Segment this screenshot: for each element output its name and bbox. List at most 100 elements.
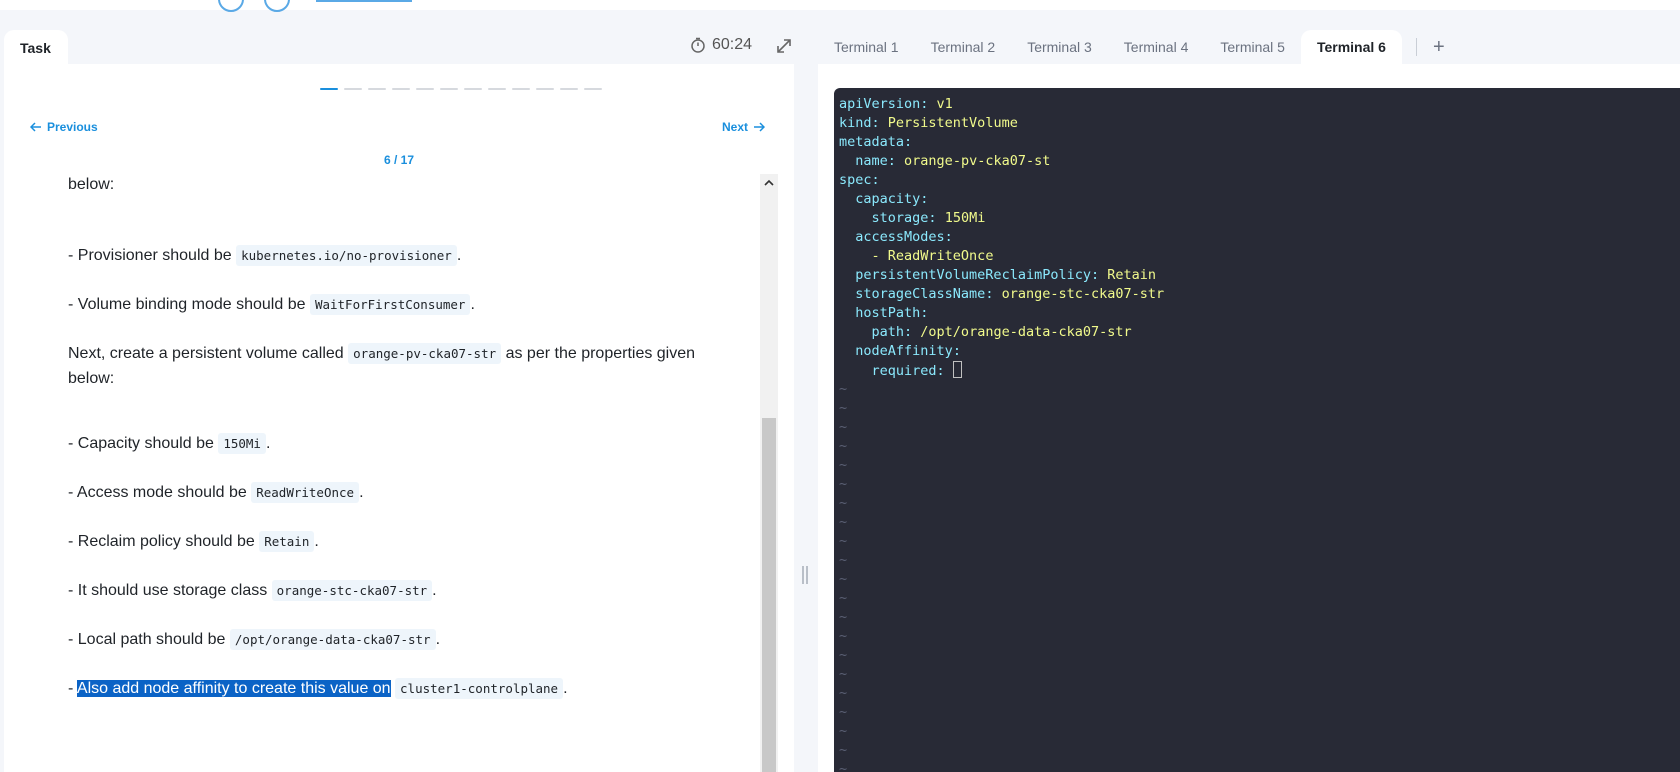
empty-line-marker: ~ — [839, 514, 848, 530]
pv-intro: Next, create a persistent volume called … — [68, 343, 696, 387]
yaml-value: Retain — [1107, 267, 1157, 283]
text-cursor — [952, 361, 962, 378]
yaml-key: hostPath — [855, 305, 921, 321]
terminal-line: required: — [839, 361, 1680, 380]
tab-terminal-1[interactable]: Terminal 1 — [818, 30, 915, 64]
yaml-separator: : — [904, 324, 921, 340]
yaml-key: storage — [871, 210, 929, 226]
progress-dot — [416, 88, 434, 90]
tab-terminal-4[interactable]: Terminal 4 — [1108, 30, 1205, 64]
terminal-editor[interactable]: apiVersion: v1 kind: PersistentVolume meta… — [834, 88, 1680, 772]
task-list-item: - Volume binding mode should be WaitForF… — [68, 292, 708, 317]
add-terminal-button[interactable]: + — [1427, 36, 1451, 59]
next-button[interactable]: Next — [722, 120, 766, 134]
inline-code: cluster1-controlplane — [395, 678, 564, 699]
progress-dot — [440, 88, 458, 90]
empty-line-marker: ~ — [839, 495, 848, 511]
task-list-item: - Provisioner should be kubernetes.io/no… — [68, 243, 708, 268]
yaml-key: apiVersion — [839, 96, 921, 112]
yaml-key: kind — [839, 115, 872, 131]
terminal-line: path: /opt/orange-data-cka07-str — [839, 323, 1680, 342]
empty-line-marker: ~ — [839, 400, 848, 416]
item-text: - Capacity should be — [68, 435, 219, 452]
terminal-line: nodeAffinity: — [839, 342, 1680, 361]
item-after: . — [314, 533, 319, 550]
terminal-line: - ReadWriteOnce — [839, 247, 1680, 266]
progress-dots — [320, 88, 602, 90]
task-content[interactable]: below: - Provisioner should be kubernete… — [4, 174, 760, 772]
task-list-item: - It should use storage class orange-stc… — [68, 578, 708, 603]
circle-icon — [218, 0, 244, 12]
page-counter: 6 / 17 — [384, 153, 415, 167]
yaml-separator: : — [904, 134, 913, 150]
yaml-value: 150Mi — [944, 210, 986, 226]
terminal-line: apiVersion: v1 — [839, 95, 1680, 114]
content-scrollbar[interactable] — [760, 174, 778, 772]
timer-value: 60:24 — [712, 36, 753, 53]
previous-label: Previous — [47, 120, 98, 134]
yaml-key: accessModes — [855, 229, 945, 245]
scroll-thumb[interactable] — [762, 418, 776, 772]
yaml-key: capacity — [855, 191, 921, 207]
tab-terminal-5[interactable]: Terminal 5 — [1204, 30, 1301, 64]
tab-task[interactable]: Task — [4, 30, 68, 64]
yaml-value: PersistentVolume — [887, 115, 1018, 131]
empty-line-marker: ~ — [839, 571, 848, 587]
yaml-value: orange-pv-cka07-st — [904, 153, 1051, 169]
node-affinity-item: - Also add node affinity to create this … — [68, 678, 568, 699]
terminal-line: hostPath: — [839, 304, 1680, 323]
yaml-separator: : — [871, 172, 880, 188]
progress-dot — [584, 88, 602, 90]
empty-line-marker: ~ — [839, 685, 848, 701]
empty-line-marker: ~ — [839, 552, 848, 568]
tab-terminal-6[interactable]: Terminal 6 — [1300, 30, 1402, 64]
item-text: - Access mode should be — [68, 484, 252, 501]
terminal-line: metadata: — [839, 133, 1680, 152]
item-after: . — [432, 582, 437, 599]
progress-dot — [344, 88, 362, 90]
tab-terminal-2[interactable]: Terminal 2 — [915, 30, 1012, 64]
terminal-line: accessModes: — [839, 228, 1680, 247]
empty-line-marker: ~ — [839, 419, 848, 435]
progress-dot — [560, 88, 578, 90]
tab-divider — [1415, 38, 1417, 56]
yaml-separator: : — [887, 153, 905, 169]
scroll-up-button[interactable] — [760, 174, 778, 192]
empty-line-marker: ~ — [839, 628, 848, 644]
yaml-key: nodeAffinity — [855, 343, 953, 359]
item-text: - Reclaim policy should be — [68, 533, 260, 550]
expand-arrows-icon[interactable] — [775, 37, 793, 55]
empty-line-marker: ~ — [839, 533, 848, 549]
yaml-key: storageClassName — [855, 286, 986, 302]
yaml-value: v1 — [936, 96, 953, 112]
yaml-separator: : — [985, 286, 1002, 302]
terminal-line: capacity: — [839, 190, 1680, 209]
yaml-key: spec — [839, 172, 872, 188]
timer: 60:24 — [690, 36, 752, 54]
yaml-separator: : — [920, 96, 937, 112]
yaml-value: ReadWriteOnce — [887, 248, 994, 264]
empty-line-marker: ~ — [839, 457, 848, 473]
empty-line-marker: ~ — [839, 381, 848, 397]
progress-dot — [464, 88, 482, 90]
selected-text: Also add node affinity to create this va… — [76, 680, 391, 697]
item-after: . — [470, 296, 475, 313]
task-panel-header — [4, 30, 794, 64]
terminal-tabs: Terminal 1 Terminal 2 Terminal 3 Terminal 4… — [818, 30, 1451, 64]
panel-resize-handle[interactable] — [802, 566, 810, 584]
progress-dot — [368, 88, 386, 90]
circle-icon — [264, 0, 290, 12]
previous-button[interactable]: Previous — [30, 120, 98, 134]
tab-terminal-3[interactable]: Terminal 3 — [1011, 30, 1108, 64]
task-list-item: - Reclaim policy should be Retain. — [68, 529, 708, 554]
arrow-left-icon — [30, 122, 41, 132]
task-text-line: below: — [68, 176, 115, 193]
inline-code: kubernetes.io/no-provisioner — [236, 245, 457, 266]
progress-dot — [320, 88, 338, 90]
chevron-up-icon — [764, 179, 774, 186]
